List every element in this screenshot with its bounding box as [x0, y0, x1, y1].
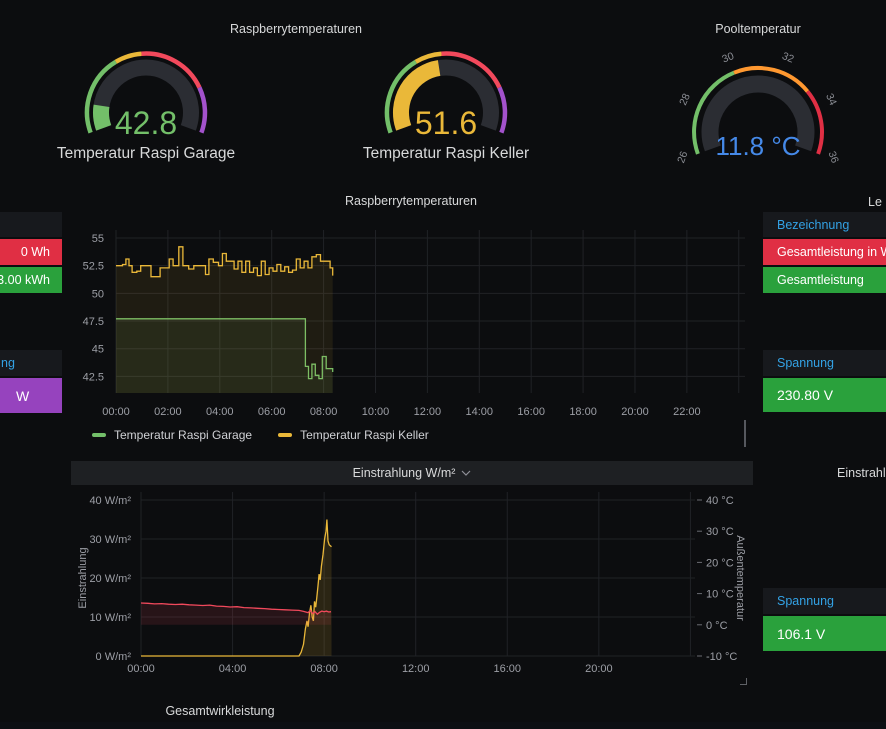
gauge-value-text: 51.6 — [415, 105, 477, 141]
spannung-bottom-header[interactable]: Spannung — [763, 588, 886, 614]
series-line-Einstrahlung[interactable] — [141, 520, 332, 657]
panel-title-einstrahlung-right[interactable]: Einstrahl — [837, 466, 886, 480]
spannung-top-value-cell: 230.80 V — [763, 378, 886, 412]
panel-title-pooltemperatur[interactable]: Pooltemperatur — [658, 22, 858, 36]
panel-resize-handle[interactable] — [740, 678, 747, 685]
gauge-tick-label: 26 — [675, 150, 690, 165]
y-axis-tick-left: 47.5 — [83, 316, 104, 328]
y-axis-tick-right: -10 °C — [706, 651, 737, 663]
x-axis-tick: 08:00 — [310, 406, 338, 418]
gauge-threshold-ring — [499, 88, 505, 133]
chart-legend: Temperatur Raspi Garage Temperatur Raspi… — [92, 428, 429, 442]
x-axis-tick: 10:00 — [362, 406, 390, 418]
left-energy-value-wh: 0 Wh — [21, 245, 50, 259]
legend-label-garage: Temperatur Raspi Garage — [114, 428, 252, 442]
y-axis-tick-right: 10 °C — [706, 589, 734, 601]
x-axis-tick: 08:00 — [310, 663, 338, 675]
y-axis-tick-left: 50 — [92, 288, 104, 300]
x-axis-tick: 04:00 — [219, 663, 247, 675]
x-axis-tick: 12:00 — [402, 663, 430, 675]
y-axis-tick-right: 20 °C — [706, 557, 734, 569]
panel-title-raspberrytemperaturen-gauges[interactable]: Raspberrytemperaturen — [96, 22, 496, 36]
panel-title-gesamtwirkleistung[interactable]: Gesamtwirkleistung — [60, 704, 380, 718]
spannung-bottom-value: 106.1 V — [777, 626, 825, 642]
left-power-value-cell: W — [0, 378, 62, 413]
x-axis-tick: 04:00 — [206, 406, 234, 418]
raspberry-temp-chart[interactable]: 55 52.5 50 47.5 45 42.5 00:00 02:00 04:00 06:00 08… — [60, 215, 760, 420]
x-axis-tick: 00:00 — [127, 663, 155, 675]
chevron-down-icon — [461, 470, 471, 476]
y-axis-tick-left: 20 W/m² — [89, 573, 131, 585]
spannung-top-header[interactable]: Spannung — [763, 350, 886, 376]
y-axis-label-left: Einstrahlung — [77, 547, 89, 608]
x-axis-tick: 14:00 — [466, 406, 494, 418]
left-power-header[interactable]: ng — [0, 350, 62, 376]
y-axis-tick-right: 40 °C — [706, 495, 734, 507]
next-panel-edge — [0, 722, 886, 729]
table-row-gesamtleistung: Gesamtleistung — [763, 267, 886, 293]
x-axis-tick: 16:00 — [494, 663, 522, 675]
left-table-header[interactable] — [0, 212, 62, 237]
column-header-bezeichnung[interactable]: Bezeichnung — [763, 212, 886, 237]
series-fill-Einstrahlung — [141, 520, 332, 657]
x-axis-tick: 12:00 — [414, 406, 442, 418]
cell-gesamtleistung-wh: Gesamtleistung in Wh — [777, 245, 886, 259]
x-axis-tick: 06:00 — [258, 406, 286, 418]
table-row-gesamtleistung-wh: Gesamtleistung in Wh — [763, 239, 886, 265]
panel-title-raspberrytemperaturen-chart[interactable]: Raspberrytemperaturen — [61, 194, 761, 208]
x-axis-tick: 02:00 — [154, 406, 182, 418]
y-axis-tick-right: 30 °C — [706, 526, 734, 538]
gauge-value-text: 11.8 °C — [715, 131, 800, 161]
y-axis-tick-left: 45 — [92, 344, 104, 356]
x-axis-tick: 20:00 — [621, 406, 649, 418]
einstrahlung-chart[interactable]: 40 W/m² 30 W/m² 20 W/m² 10 W/m² 0 W/m²00:00 0… — [60, 486, 760, 680]
gauge-tick-label: 28 — [677, 92, 693, 108]
spannung-top-value: 230.80 V — [777, 387, 833, 403]
y-axis-tick-left: 30 W/m² — [89, 534, 131, 546]
y-axis-tick-left: 40 W/m² — [89, 495, 131, 507]
series-fill-Temperatur Raspi Keller — [116, 247, 333, 393]
y-axis-tick-left: 52.5 — [83, 261, 104, 273]
panel-title-leistung[interactable]: Le — [868, 195, 886, 209]
left-energy-row-kwh: 43.00 kWh — [0, 267, 62, 293]
legend-swatch-keller — [278, 433, 292, 437]
x-axis-tick: 00:00 — [102, 406, 130, 418]
gauge-tick-label: 30 — [720, 50, 735, 66]
x-axis-tick: 20:00 — [585, 663, 613, 675]
x-axis-tick: 22:00 — [673, 406, 701, 418]
x-axis-tick: 16:00 — [517, 406, 545, 418]
panel-title-einstrahlung: Einstrahlung W/m² — [353, 466, 456, 480]
legend-swatch-garage — [92, 433, 106, 437]
left-energy-row-wh: 0 Wh — [0, 239, 62, 265]
y-axis-label-right: Außentemperatur — [734, 535, 746, 621]
gauge-pooltemperatur: 26 28 30 32 34 36 11.8 °C — [668, 50, 848, 170]
y-axis-tick-left: 0 W/m² — [96, 651, 132, 663]
left-energy-value-kwh: 43.00 kWh — [0, 273, 50, 287]
scrollbar-thumb[interactable] — [744, 420, 746, 447]
y-axis-tick-left: 55 — [92, 233, 104, 245]
left-power-value: W — [16, 388, 29, 404]
panel-header-einstrahlung[interactable]: Einstrahlung W/m² — [71, 461, 753, 485]
gauge-value-text: 42.8 — [115, 105, 177, 141]
legend-label-keller: Temperatur Raspi Keller — [300, 428, 429, 442]
y-axis-tick-left: 10 W/m² — [89, 612, 131, 624]
gauge-tick-label: 32 — [780, 50, 795, 66]
gauge-tick-label: 34 — [823, 92, 839, 108]
y-axis-tick-right: 0 °C — [706, 620, 728, 632]
spannung-bottom-value-cell: 106.1 V — [763, 616, 886, 651]
gauge-value-arc — [101, 106, 104, 128]
legend-item-keller[interactable]: Temperatur Raspi Keller — [278, 428, 429, 442]
legend-item-garage[interactable]: Temperatur Raspi Garage — [92, 428, 252, 442]
y-axis-tick-left: 42.5 — [83, 371, 104, 383]
gauge-label-raspi-keller: Temperatur Raspi Keller — [336, 145, 556, 163]
gauge-label-raspi-garage: Temperatur Raspi Garage — [36, 145, 256, 163]
gauge-tick-label: 36 — [826, 150, 841, 165]
cell-gesamtleistung: Gesamtleistung — [777, 273, 864, 287]
x-axis-tick: 18:00 — [569, 406, 597, 418]
gauge-threshold-ring — [199, 88, 205, 133]
